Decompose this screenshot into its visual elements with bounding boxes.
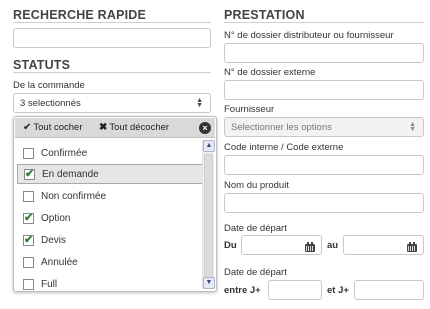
scroll-thumb[interactable] xyxy=(204,154,213,284)
start-offset-input[interactable] xyxy=(268,280,322,300)
supplier-select[interactable]: Selectionner les options ▲ ▼ xyxy=(224,117,424,137)
quick-search-title: RECHERCHE RAPIDE xyxy=(13,8,147,22)
cross-icon: ✖ xyxy=(99,122,108,133)
divider xyxy=(13,22,211,23)
status-option-full[interactable]: Full xyxy=(17,274,210,291)
checkbox[interactable] xyxy=(23,256,34,268)
end-offset-input[interactable] xyxy=(354,280,424,300)
statuts-title: STATUTS xyxy=(13,58,71,72)
select-arrows-icon: ▲ ▼ xyxy=(409,121,416,133)
check-icon: ✔ xyxy=(24,211,34,224)
checkbox[interactable]: ✔ xyxy=(23,211,34,224)
product-name-label: Nom du produit xyxy=(224,180,289,191)
code-input[interactable] xyxy=(224,155,424,175)
option-label: Option xyxy=(41,212,71,224)
date-from-input[interactable] xyxy=(241,235,322,255)
scroll-up-icon[interactable]: ▲ xyxy=(203,140,215,152)
select-arrows-icon: ▲ ▼ xyxy=(196,97,203,109)
status-option-annulee[interactable]: Annulée xyxy=(17,252,210,272)
supplier-placeholder: Selectionner les options xyxy=(231,121,332,133)
dossier-label: N° de dossier distributeur ou fournisseu… xyxy=(224,30,394,41)
scroll-down-icon[interactable]: ▼ xyxy=(203,277,215,289)
checkbox[interactable] xyxy=(23,147,34,159)
status-option-confirmee[interactable]: Confirmée xyxy=(17,143,210,163)
status-option-non-confirmee[interactable]: Non confirmée xyxy=(17,186,210,206)
start-offset-label: entre J+ xyxy=(224,285,261,296)
option-label: En demande xyxy=(42,168,99,180)
checkbox[interactable]: ✔ xyxy=(24,167,35,180)
option-label: Confirmée xyxy=(41,147,88,159)
to-label: au xyxy=(327,240,339,251)
divider xyxy=(224,22,424,23)
calendar-icon[interactable] xyxy=(305,242,315,252)
order-status-label: De la commande xyxy=(13,80,85,91)
check-all-button[interactable]: ✔ Tout cocher xyxy=(23,122,83,133)
check-all-label: Tout cocher xyxy=(33,122,83,133)
external-dossier-input[interactable] xyxy=(224,80,424,100)
dropdown-scrollbar[interactable]: ▲ ▼ xyxy=(202,140,215,289)
order-status-select[interactable]: 3 selectionnés ▲ ▼ xyxy=(13,93,211,113)
check-icon: ✔ xyxy=(24,233,34,246)
checkbox[interactable] xyxy=(23,190,34,202)
option-label: Annulée xyxy=(41,256,78,268)
check-icon: ✔ xyxy=(25,167,35,180)
supplier-label: Fournisseur xyxy=(224,104,275,115)
checkbox[interactable] xyxy=(23,278,34,290)
status-option-devis[interactable]: ✔ Devis xyxy=(17,230,210,250)
code-label: Code interne / Code externe xyxy=(224,142,344,153)
from-label: Du xyxy=(224,240,237,251)
option-label: Non confirmée xyxy=(41,190,107,202)
status-option-en-demande[interactable]: ✔ En demande xyxy=(17,164,210,184)
checkbox[interactable]: ✔ xyxy=(23,233,34,246)
departure-range-label: Date de départ xyxy=(224,267,287,278)
dossier-input[interactable] xyxy=(224,43,424,63)
close-icon[interactable]: × xyxy=(199,122,211,134)
departure-date-label: Date de départ xyxy=(224,223,287,234)
dropdown-header: ✔ Tout cocher ✖ Tout décocher × xyxy=(15,118,215,138)
status-option-option[interactable]: ✔ Option xyxy=(17,208,210,228)
order-status-select-value: 3 selectionnés xyxy=(20,97,81,109)
status-dropdown-panel: ✔ Tout cocher ✖ Tout décocher × Confirmé… xyxy=(13,116,217,292)
uncheck-all-label: Tout décocher xyxy=(109,122,170,133)
calendar-icon[interactable] xyxy=(407,242,417,252)
option-label: Full xyxy=(41,278,58,290)
prestation-title: PRESTATION xyxy=(224,8,305,22)
product-name-input[interactable] xyxy=(224,193,424,213)
checkmark-icon: ✔ xyxy=(23,122,32,133)
quick-search-input[interactable] xyxy=(13,28,211,48)
external-dossier-label: N° de dossier externe xyxy=(224,67,316,78)
end-offset-label: et J+ xyxy=(327,285,349,296)
divider xyxy=(13,72,211,73)
option-label: Devis xyxy=(41,234,67,246)
uncheck-all-button[interactable]: ✖ Tout décocher xyxy=(99,122,169,133)
date-to-input[interactable] xyxy=(343,235,424,255)
